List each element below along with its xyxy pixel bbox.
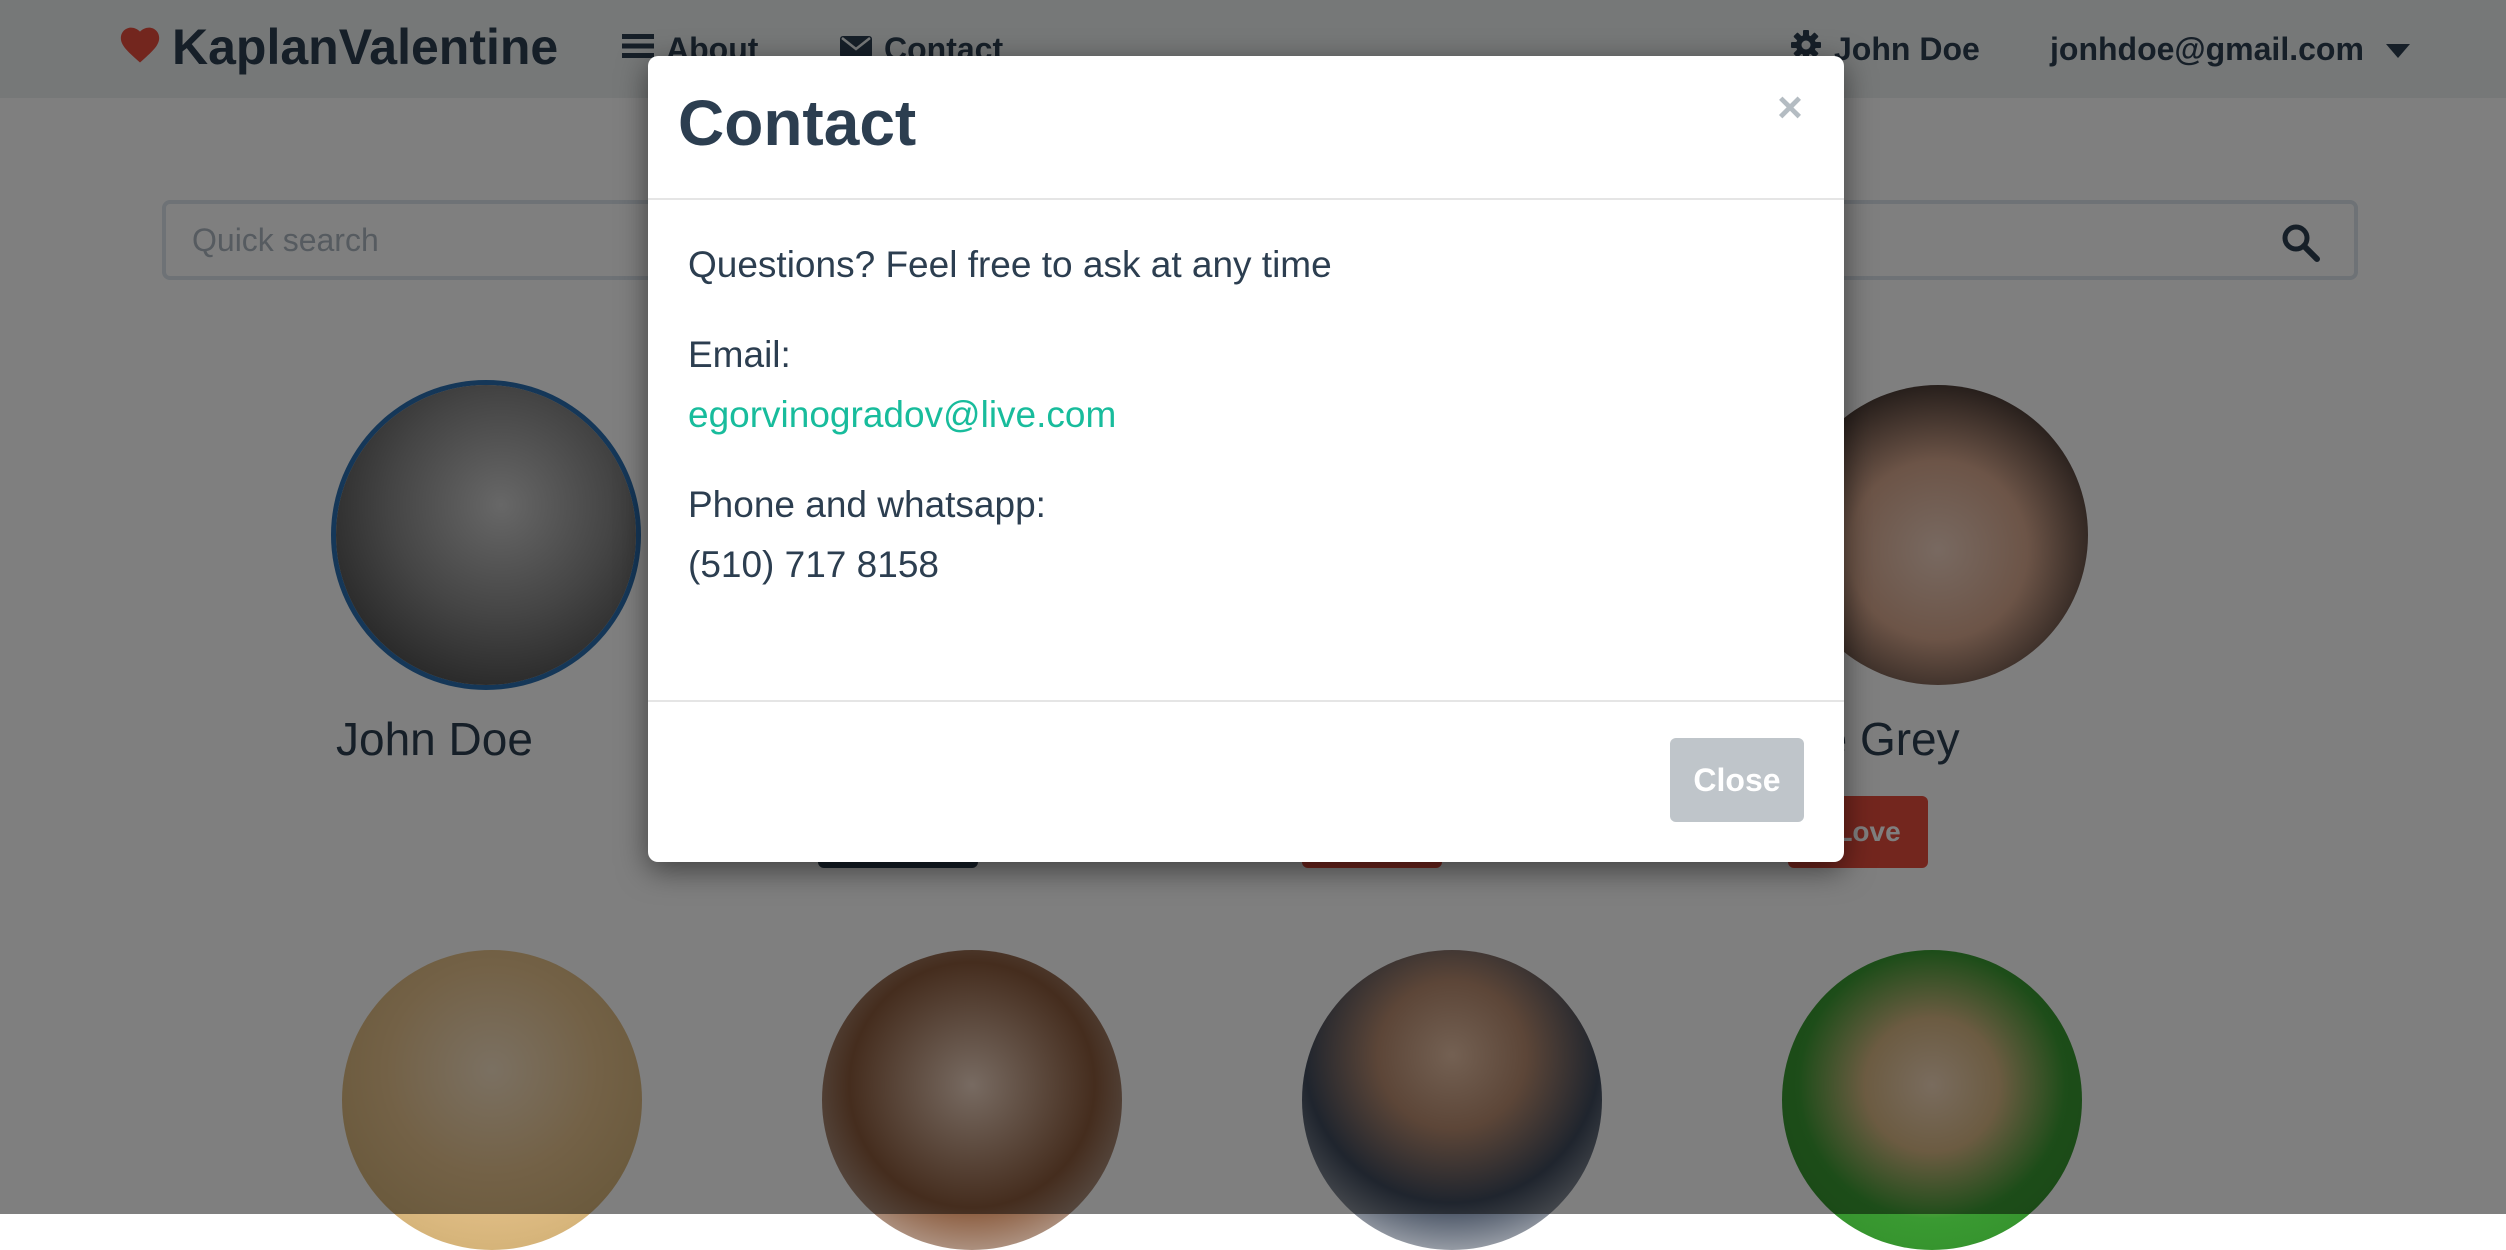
modal-header-divider (648, 198, 1844, 200)
close-button[interactable]: Close (1670, 738, 1804, 822)
modal-footer-divider (648, 700, 1844, 702)
contact-modal: Contact × Questions? Feel free to ask at… (648, 56, 1844, 862)
phone-number: (510) 717 8158 (688, 544, 939, 585)
modal-intro: Questions? Feel free to ask at any time (688, 244, 1332, 285)
phone-label: Phone and whatsapp: (688, 484, 1046, 525)
modal-title: Contact (678, 87, 917, 159)
close-icon[interactable]: × (1766, 78, 1814, 138)
email-label: Email: (688, 334, 791, 375)
email-link[interactable]: egorvinogradov@live.com (688, 394, 1116, 435)
email-link-wrap: egorvinogradov@live.com (688, 394, 1116, 436)
